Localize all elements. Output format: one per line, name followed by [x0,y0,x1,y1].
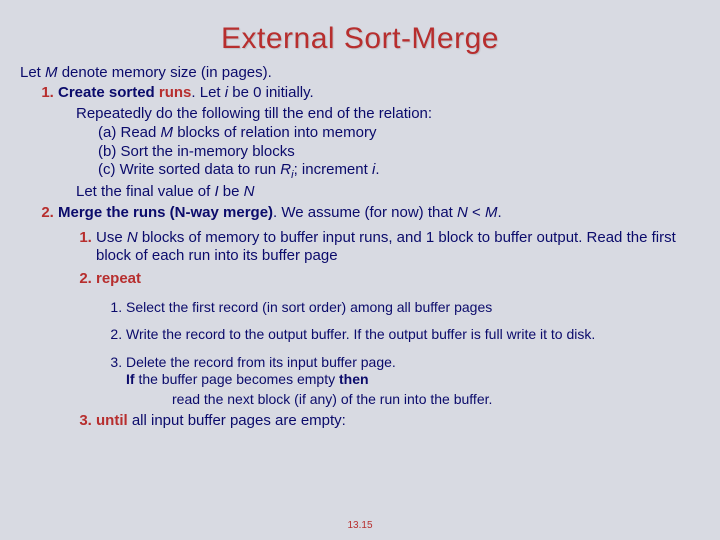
text: Create sorted [58,84,159,101]
text: Merge the runs (N-way merge) [58,204,273,221]
runs-word: runs [159,84,192,101]
text: Use [96,229,127,246]
slide-root: External Sort-Merge Let M denote memory … [0,0,720,540]
text: . [497,204,501,221]
text: Let the final value of [76,183,214,200]
var-M: M [161,124,174,141]
main-list: Create sorted runs. Let i be 0 initially… [28,84,692,431]
text: . We assume (for now) that [273,204,457,221]
var-N: N [244,183,255,200]
text: blocks of memory to buffer input runs, a… [96,229,676,265]
lt: < [468,204,485,221]
text: be [219,183,244,200]
final-line: Let the final value of I be N [76,183,692,202]
step2-until: until all input buffer pages are empty: [96,412,692,431]
var-N: N [127,229,142,246]
page-number: 13.15 [0,520,720,533]
substep-b: (b) Sort the in-memory blocks [98,143,692,162]
substep-a: (a) Read M blocks of relation into memor… [98,124,692,143]
repeat-2: Write the record to the output buffer. I… [126,326,692,344]
if-word: If [126,371,135,387]
var-M: M [485,204,498,221]
repeatedly-line: Repeatedly do the following till the end… [76,105,692,124]
then-body: read the next block (if any) of the run … [172,391,692,409]
text: Delete the record from its input buffer … [126,354,396,370]
step-1: Create sorted runs. Let i be 0 initially… [58,84,692,202]
slide-title: External Sort-Merge [28,20,692,58]
step-2: Merge the runs (N-way merge). We assume … [58,204,692,431]
var-M: M [45,64,58,81]
repeat-inner-list: Select the first record (in sort order) … [96,299,692,409]
step2-label: Merge the runs (N-way merge). We assume … [58,204,502,221]
text: (a) Read [98,124,161,141]
text: all input buffer pages are empty: [128,412,346,429]
then-word: then [339,371,369,387]
step2-1: Use N blocks of memory to buffer input r… [96,229,692,267]
step1-label: Create sorted runs. Let i be 0 initially… [58,84,314,101]
text: . Let [191,84,224,101]
var-R: R [280,161,291,178]
text: denote memory size (in pages). [58,64,272,81]
text: Let [20,64,45,81]
text: . [375,161,379,178]
text: the buffer page becomes empty [135,371,339,387]
repeat-1: Select the first record (in sort order) … [126,299,692,317]
text: blocks of relation into memory [173,124,376,141]
substep-c: (c) Write sorted data to run Ri; increme… [98,161,692,183]
repeat-word: repeat [96,270,141,287]
intro-line: Let M denote memory size (in pages). [20,64,692,83]
var-N: N [457,204,468,221]
step1-body: Repeatedly do the following till the end… [76,105,692,202]
step2-sublist: Use N blocks of memory to buffer input r… [58,229,692,432]
step2-repeat: repeat Select the first record (in sort … [96,270,692,408]
until-word: until [96,412,128,429]
text: ; increment [294,161,372,178]
repeat-3: Delete the record from its input buffer … [126,354,692,409]
text: (c) Write sorted data to run [98,161,280,178]
text: be 0 initially. [232,84,313,101]
